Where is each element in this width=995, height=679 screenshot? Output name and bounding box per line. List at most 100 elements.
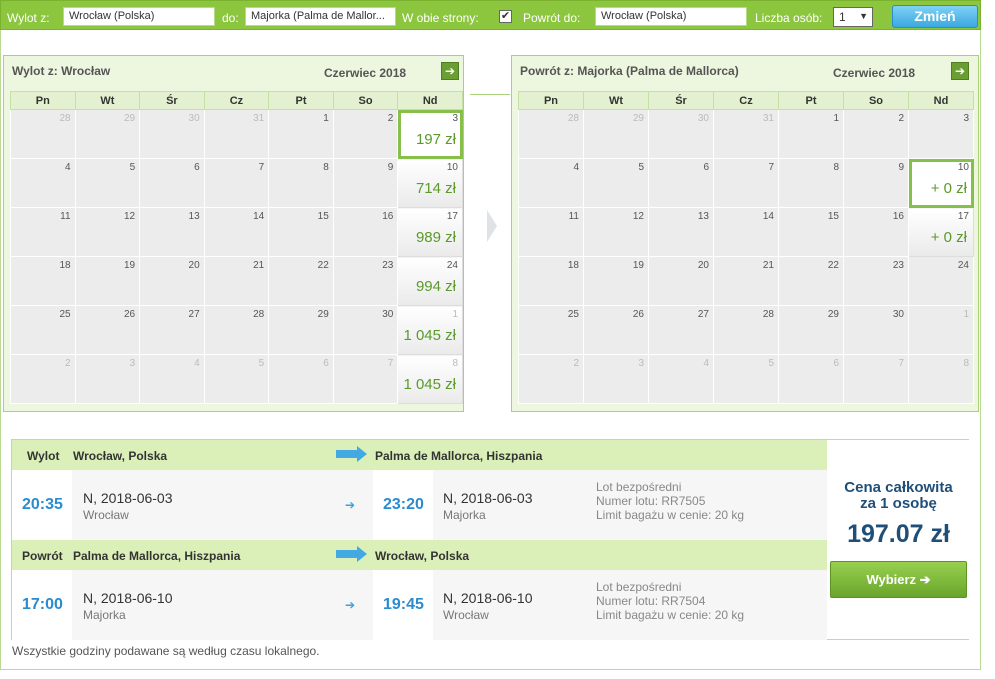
outbound-dep-date: N, 2018-06-03 bbox=[83, 490, 173, 506]
day-number: 4 bbox=[65, 162, 71, 173]
day-number: 4 bbox=[703, 358, 709, 369]
calendar-day: 26 bbox=[74, 305, 141, 355]
day-number: 17 bbox=[446, 211, 458, 222]
local-time-note: Wszystkie godziny podawane są według cza… bbox=[12, 644, 320, 658]
day-number: 7 bbox=[768, 162, 774, 173]
day-number: 30 bbox=[697, 113, 709, 124]
calendar-day: 28 bbox=[713, 305, 779, 355]
day-number: 10 bbox=[446, 162, 458, 173]
price-caption-line1: Cena całkowita bbox=[844, 479, 953, 496]
weekday-header: So bbox=[332, 91, 399, 110]
day-number: 9 bbox=[898, 162, 904, 173]
calendar-day[interactable]: 10 714 zł bbox=[397, 158, 463, 208]
return-label: Powrót do: bbox=[523, 11, 581, 25]
outbound-flight-info: Lot bezpośredni Numer lotu: RR7505 Limit… bbox=[596, 480, 744, 522]
day-number: 7 bbox=[258, 162, 265, 173]
return-input[interactable]: Wrocław (Polska) bbox=[595, 7, 747, 26]
day-number: 23 bbox=[892, 260, 904, 271]
flight-number-text: Numer lotu: RR7505 bbox=[596, 494, 706, 508]
flight-number-text: Numer lotu: RR7504 bbox=[596, 594, 706, 608]
return-calendar-grid: Pn Wt Śr Cz Pt So Nd 28 29 30 31 1 2 3 4 5 6 7 8 9 10 + 0 zł… bbox=[518, 91, 974, 404]
search-bar: Wylot z: Wrocław (Polska) do: Majorka (P… bbox=[0, 0, 981, 30]
change-search-button[interactable]: Zmień bbox=[892, 5, 978, 28]
calendar-day: 29 bbox=[268, 305, 334, 355]
calendar-day: 2 bbox=[332, 109, 399, 159]
calendar-day: 4 bbox=[648, 354, 714, 404]
calendar-day[interactable]: 1 1 045 zł bbox=[397, 305, 463, 355]
calendar-day: 31 bbox=[203, 109, 270, 159]
day-number: 3 bbox=[129, 358, 136, 369]
calendar-day[interactable]: 8 1 045 zł bbox=[397, 354, 463, 404]
day-number: 19 bbox=[124, 260, 136, 271]
return-flight-row: 17:00 N, 2018-06-10 Majorka ➔ 19:45 N, 2… bbox=[12, 570, 827, 640]
calendar-day: 2 bbox=[10, 354, 76, 404]
next-month-icon[interactable]: ➔ bbox=[951, 62, 969, 80]
calendar-day: 3 bbox=[583, 354, 649, 404]
roundtrip-checkbox[interactable]: ✔ bbox=[499, 10, 512, 23]
persons-label: Liczba osób: bbox=[755, 11, 823, 25]
day-number: 6 bbox=[703, 162, 709, 173]
calendar-week: 11 12 13 14 15 16 17 989 zł bbox=[10, 207, 463, 257]
calendar-day: 8 bbox=[268, 158, 334, 208]
day-number: 10 bbox=[957, 162, 969, 173]
calendar-week: 4 5 6 7 8 9 10 + 0 zł bbox=[518, 158, 974, 208]
choose-button[interactable]: Wybierz ➔ bbox=[830, 561, 967, 598]
next-month-icon[interactable]: ➔ bbox=[441, 62, 459, 80]
outbound-arr-date: N, 2018-06-03 bbox=[443, 490, 533, 506]
calendar-day[interactable]: 3 197 zł bbox=[397, 109, 463, 159]
calendar-day[interactable]: 17 989 zł bbox=[397, 207, 463, 257]
from-input[interactable]: Wrocław (Polska) bbox=[63, 7, 215, 26]
return-from: Palma de Mallorca, Hiszpania bbox=[73, 549, 241, 563]
calendar-day[interactable]: 10 + 0 zł bbox=[908, 158, 974, 208]
day-number: 22 bbox=[827, 260, 839, 271]
day-number: 4 bbox=[573, 162, 579, 173]
return-calendar-title: Powrót z: Majorka (Palma de Mallorca) bbox=[520, 64, 739, 78]
arrow-right-icon: ➔ bbox=[345, 498, 356, 512]
calendar-day: 23 bbox=[843, 256, 909, 306]
weekday-header: Nd bbox=[397, 91, 463, 110]
calendar-day: 27 bbox=[648, 305, 714, 355]
day-number: 7 bbox=[898, 358, 904, 369]
calendar-day: 4 bbox=[518, 158, 584, 208]
day-number: 4 bbox=[194, 358, 200, 369]
calendar-day: 31 bbox=[713, 109, 779, 159]
day-number: 1 bbox=[963, 309, 969, 320]
price-box: Cena całkowita za 1 osobę 197.07 zł Wybi… bbox=[828, 440, 969, 639]
calendar-day[interactable]: 24 994 zł bbox=[397, 256, 463, 306]
outbound-arr-city: Majorka bbox=[443, 508, 486, 522]
day-number: 15 bbox=[317, 211, 329, 222]
return-flight-info: Lot bezpośredni Numer lotu: RR7504 Limit… bbox=[596, 580, 744, 622]
day-number: 13 bbox=[188, 211, 200, 222]
calendar-day: 19 bbox=[583, 256, 649, 306]
calendar-day: 21 bbox=[203, 256, 270, 306]
day-number: 30 bbox=[892, 309, 904, 320]
flight-details: Wylot Wrocław, Polska Palma de Mallorca,… bbox=[11, 439, 969, 640]
calendar-week: 25 26 27 28 29 30 1 bbox=[518, 305, 974, 355]
return-arr-time: 19:45 bbox=[383, 596, 424, 613]
return-calendar-month: Czerwiec 2018 bbox=[833, 66, 916, 80]
calendar-day: 28 bbox=[10, 109, 76, 159]
calendar-day: 29 bbox=[583, 109, 649, 159]
day-number: 15 bbox=[827, 211, 839, 222]
calendar-day[interactable]: 17 + 0 zł bbox=[908, 207, 974, 257]
calendar-day: 6 bbox=[139, 158, 205, 208]
day-number: 6 bbox=[194, 162, 200, 173]
day-price: 197 zł bbox=[415, 131, 456, 148]
chevron-down-icon: ▼ bbox=[859, 11, 868, 21]
persons-select[interactable]: 1 ▼ bbox=[833, 7, 873, 27]
calendar-day: 25 bbox=[10, 305, 76, 355]
calendar-day: 30 bbox=[843, 305, 909, 355]
weekday-header: Śr bbox=[648, 91, 714, 110]
calendar-day: 3 bbox=[74, 354, 141, 404]
weekday-header: Pt bbox=[268, 91, 334, 110]
calendar-day: 1 bbox=[908, 305, 974, 355]
day-number: 29 bbox=[632, 113, 644, 124]
day-number: 1 bbox=[833, 113, 839, 124]
from-label: Wylot z: bbox=[7, 11, 50, 25]
calendar-day: 4 bbox=[139, 354, 205, 404]
calendar-day: 14 bbox=[203, 207, 270, 257]
weekday-header: Pn bbox=[10, 91, 76, 110]
to-input[interactable]: Majorka (Palma de Mallor... bbox=[245, 7, 396, 26]
day-number: 6 bbox=[323, 358, 329, 369]
day-number: 28 bbox=[59, 113, 71, 124]
